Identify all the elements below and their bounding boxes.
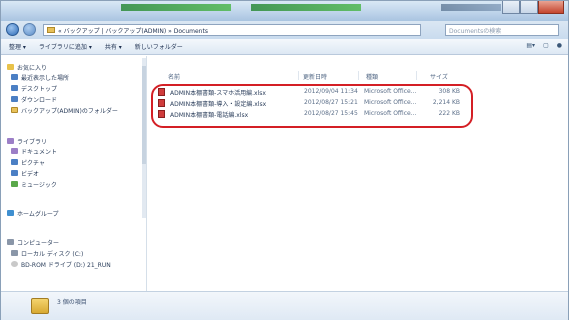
nav-downloads[interactable]: ダウンロード: [11, 94, 57, 104]
address-row: « バックアップ | バックアップ(ADMIN) » Documents Doc…: [1, 21, 568, 39]
nav-libraries[interactable]: ライブラリ: [7, 136, 47, 146]
column-header-date[interactable]: 更新日時: [303, 72, 327, 81]
nav-local-disk[interactable]: ローカル ディスク (C:): [11, 248, 83, 258]
nav-music[interactable]: ミュージック: [11, 179, 57, 189]
help-icon[interactable]: ●: [557, 42, 562, 49]
nav-pictures[interactable]: ピクチャ: [11, 157, 45, 167]
address-path: « バックアップ | バックアップ(ADMIN) » Documents: [58, 27, 208, 35]
folder-icon: [47, 27, 55, 33]
include-library-button[interactable]: ライブラリに追加 ▾: [39, 42, 92, 51]
nav-backup-folder[interactable]: バックアップ(ADMIN)のフォルダー: [11, 105, 118, 115]
view-options-icon[interactable]: ▤▾: [526, 42, 535, 49]
title-glare: [121, 4, 231, 11]
minimize-button[interactable]: [502, 1, 520, 14]
music-icon: [11, 181, 18, 187]
toolbar-right: ▤▾ ▢ ●: [526, 42, 562, 49]
nav-homegroup[interactable]: ホームグループ: [7, 208, 58, 218]
item-count: 3 個の項目: [57, 299, 87, 306]
folder-icon: [11, 107, 18, 113]
homegroup-icon: [7, 210, 14, 216]
new-folder-button[interactable]: 新しいフォルダー: [135, 42, 183, 51]
back-arrow-icon[interactable]: [6, 23, 19, 36]
video-icon: [11, 170, 18, 176]
nav-desktop[interactable]: デスクトップ: [11, 83, 57, 93]
documents-icon: [11, 148, 18, 154]
column-header-size[interactable]: サイズ: [430, 72, 448, 81]
search-input[interactable]: Documentsの検索: [445, 24, 559, 36]
nav-dvd-drive[interactable]: BD-ROM ドライブ (D:) 21_RUN: [11, 259, 111, 269]
address-bar[interactable]: « バックアップ | バックアップ(ADMIN) » Documents: [43, 24, 421, 36]
nav-scrollbar-thumb[interactable]: [142, 66, 146, 164]
column-separator[interactable]: [416, 71, 417, 80]
disc-icon: [11, 261, 18, 267]
share-button[interactable]: 共有 ▾: [105, 42, 122, 51]
column-separator[interactable]: [358, 71, 359, 80]
download-icon: [11, 96, 18, 102]
drive-icon: [11, 250, 18, 256]
computer-icon: [7, 239, 14, 245]
title-glare: [251, 4, 361, 11]
forward-arrow-icon[interactable]: [23, 23, 36, 36]
column-header-type[interactable]: 種類: [366, 72, 378, 81]
star-icon: [7, 64, 14, 70]
column-separator[interactable]: [298, 71, 299, 80]
navigation-pane: お気に入り 最近表示した場所 デスクトップ ダウンロード バックアップ(ADMI…: [1, 56, 147, 291]
organize-button[interactable]: 整理 ▾: [9, 42, 26, 51]
library-icon: [7, 138, 14, 144]
explorer-window: « バックアップ | バックアップ(ADMIN) » Documents Doc…: [0, 0, 569, 320]
nav-favorites[interactable]: お気に入り: [7, 62, 47, 72]
column-header-name[interactable]: 名前: [168, 72, 180, 81]
nav-scrollbar[interactable]: [142, 58, 146, 218]
nav-videos[interactable]: ビデオ: [11, 168, 39, 178]
window-controls: [502, 1, 564, 15]
details-pane: 3 個の項目: [1, 291, 568, 320]
nav-recent[interactable]: 最近表示した場所: [11, 72, 69, 82]
nav-computer[interactable]: コンピューター: [7, 237, 59, 247]
title-glare: [441, 4, 501, 11]
folder-icon: [31, 298, 49, 314]
title-bar[interactable]: [1, 1, 568, 21]
maximize-button[interactable]: [520, 1, 538, 14]
desktop-icon: [11, 85, 18, 91]
red-highlight-outline: [151, 84, 473, 128]
preview-pane-icon[interactable]: ▢: [543, 42, 549, 49]
recent-places-icon: [11, 74, 18, 80]
pictures-icon: [11, 159, 18, 165]
command-bar: 整理 ▾ ライブラリに追加 ▾ 共有 ▾ 新しいフォルダー ▤▾ ▢ ●: [1, 39, 568, 55]
nav-documents[interactable]: ドキュメント: [11, 146, 57, 156]
close-button[interactable]: [538, 1, 564, 14]
